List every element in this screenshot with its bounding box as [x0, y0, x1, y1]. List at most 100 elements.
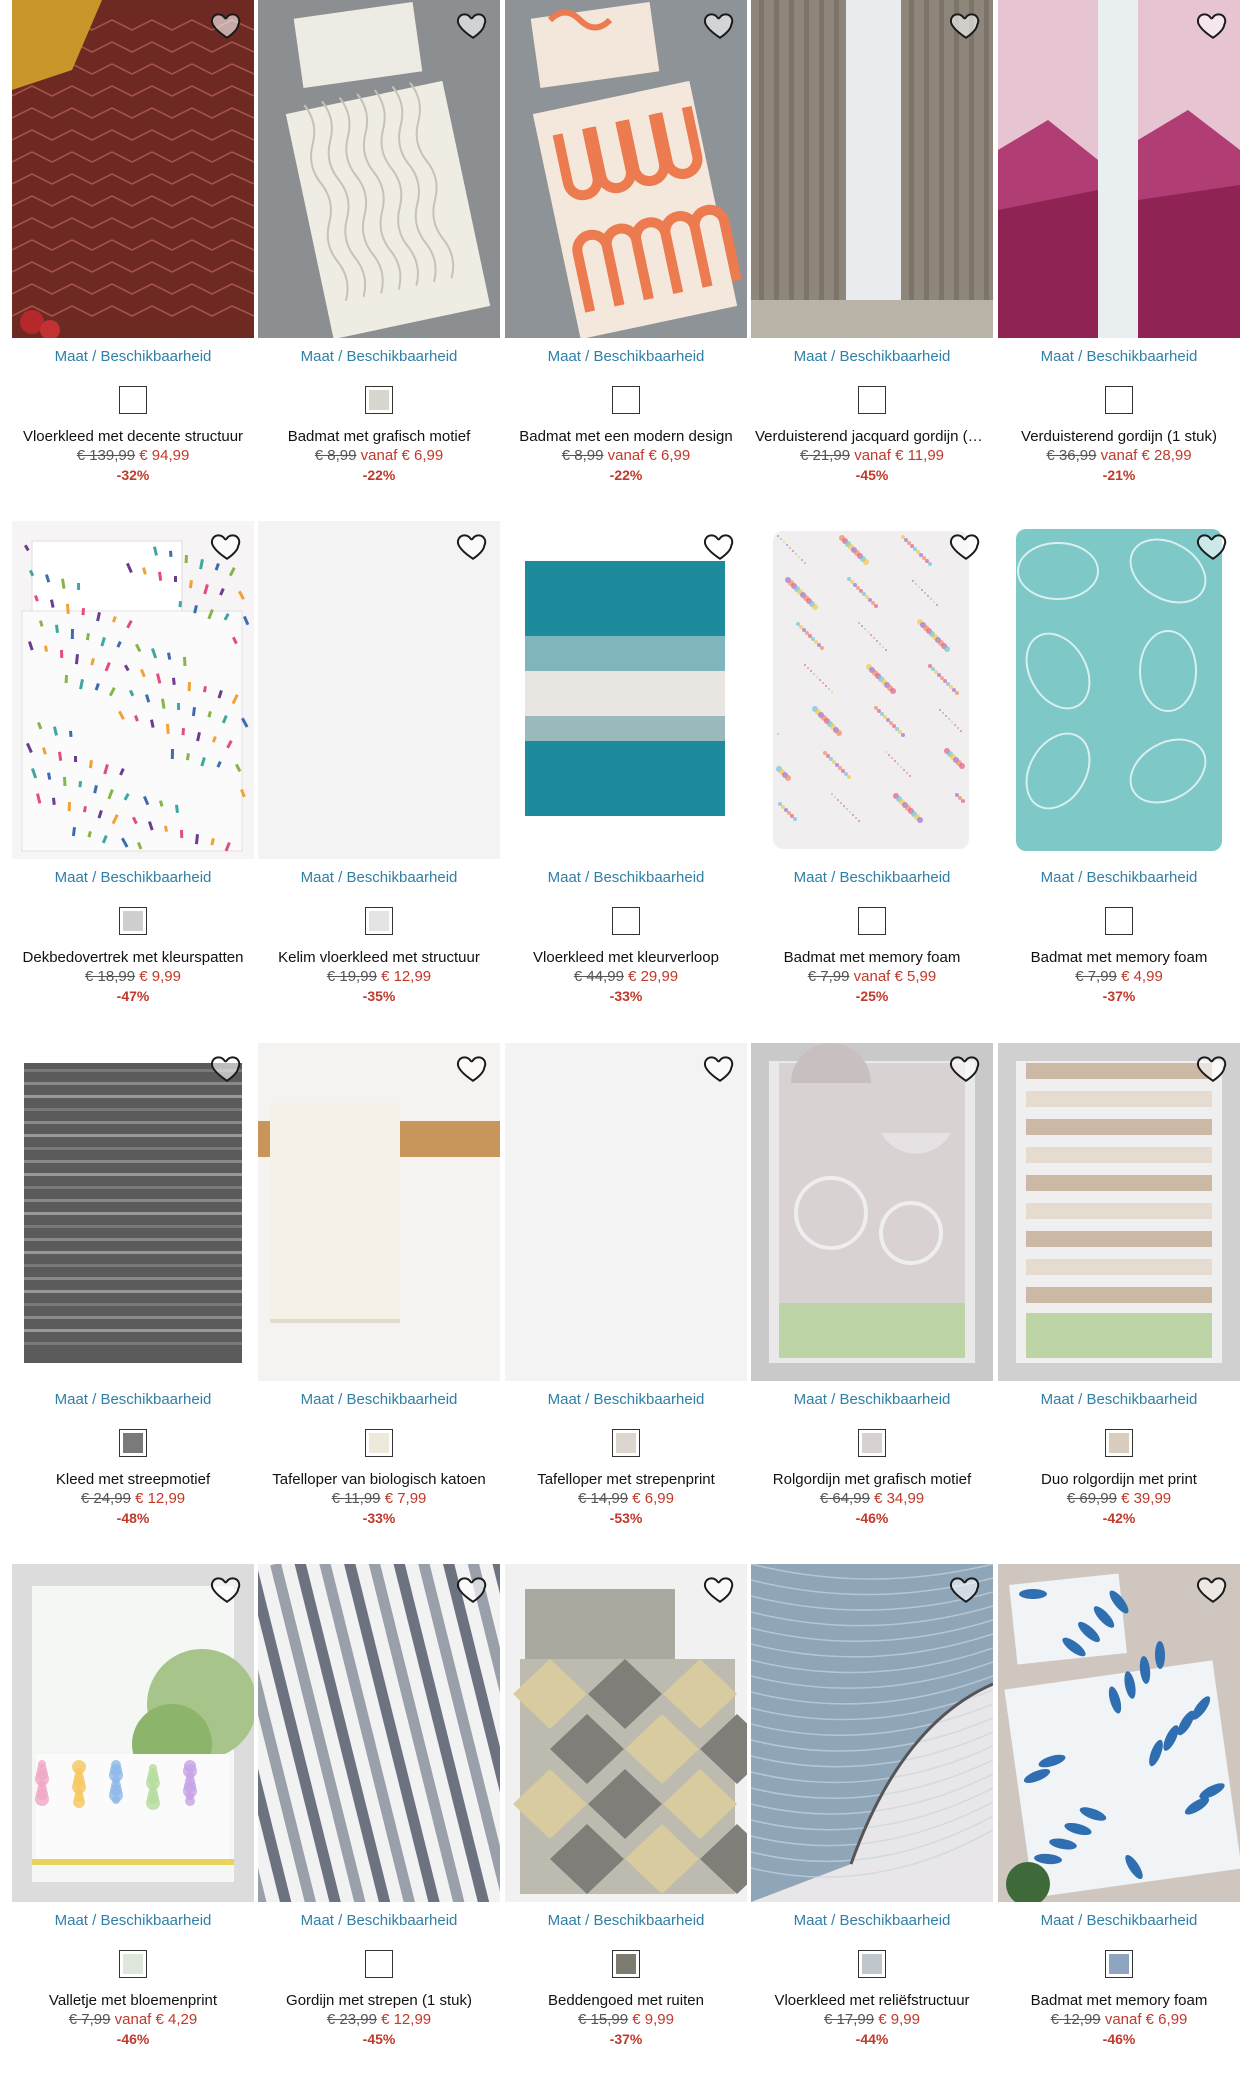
product-image[interactable]: [12, 1564, 254, 1902]
product-image[interactable]: [505, 1043, 747, 1381]
color-swatch[interactable]: [119, 386, 147, 414]
color-swatch[interactable]: [1105, 907, 1133, 935]
product-title[interactable]: Vloerkleed met kleurverloop: [505, 949, 747, 967]
product-card[interactable]: Maat / Beschikbaarheid Dekbedovertrek me…: [12, 521, 254, 1005]
heart-icon[interactable]: [210, 1051, 244, 1085]
product-title[interactable]: Kleed met streepmotief: [12, 1471, 254, 1489]
color-swatch[interactable]: [1105, 1429, 1133, 1457]
size-availability-link[interactable]: Maat / Beschikbaarheid: [258, 869, 500, 887]
size-availability-link[interactable]: Maat / Beschikbaarheid: [505, 1391, 747, 1409]
product-card[interactable]: Maat / Beschikbaarheid Tafelloper van bi…: [258, 1043, 500, 1527]
size-availability-link[interactable]: Maat / Beschikbaarheid: [12, 1912, 254, 1930]
product-card[interactable]: Maat / Beschikbaarheid Badmat met memory…: [751, 521, 993, 1005]
product-title[interactable]: Badmat met grafisch motief: [258, 428, 500, 446]
product-title[interactable]: Verduisterend gordijn (1 stuk): [998, 428, 1240, 446]
product-title[interactable]: Valletje met bloemenprint: [12, 1992, 254, 2010]
product-image[interactable]: [258, 0, 500, 338]
product-image[interactable]: [998, 1564, 1240, 1902]
color-swatch[interactable]: [612, 1950, 640, 1978]
product-title[interactable]: Badmat met een modern design: [505, 428, 747, 446]
size-availability-link[interactable]: Maat / Beschikbaarheid: [258, 1391, 500, 1409]
color-swatch[interactable]: [365, 1950, 393, 1978]
color-swatch[interactable]: [365, 386, 393, 414]
size-availability-link[interactable]: Maat / Beschikbaarheid: [12, 1391, 254, 1409]
heart-icon[interactable]: [210, 1572, 244, 1606]
size-availability-link[interactable]: Maat / Beschikbaarheid: [998, 869, 1240, 887]
product-card[interactable]: Maat / Beschikbaarheid Tafelloper met st…: [505, 1043, 747, 1527]
size-availability-link[interactable]: Maat / Beschikbaarheid: [998, 348, 1240, 366]
heart-icon[interactable]: [1196, 1051, 1230, 1085]
product-image[interactable]: [751, 1564, 993, 1902]
product-title[interactable]: Tafelloper met strepenprint: [505, 1471, 747, 1489]
product-title[interactable]: Vloerkleed met decente structuur: [12, 428, 254, 446]
product-image[interactable]: [258, 521, 500, 859]
color-swatch[interactable]: [858, 386, 886, 414]
product-image[interactable]: [998, 0, 1240, 338]
color-swatch[interactable]: [1105, 386, 1133, 414]
product-card[interactable]: Maat / Beschikbaarheid Kleed met streepm…: [12, 1043, 254, 1527]
product-card[interactable]: Maat / Beschikbaarheid Vloerkleed met de…: [12, 0, 254, 484]
size-availability-link[interactable]: Maat / Beschikbaarheid: [258, 1912, 500, 1930]
product-title[interactable]: Gordijn met strepen (1 stuk): [258, 1992, 500, 2010]
product-card[interactable]: Maat / Beschikbaarheid Beddengoed met ru…: [505, 1564, 747, 2048]
product-title[interactable]: Kelim vloerkleed met structuur: [258, 949, 500, 967]
size-availability-link[interactable]: Maat / Beschikbaarheid: [505, 1912, 747, 1930]
heart-icon[interactable]: [210, 8, 244, 42]
product-image[interactable]: [505, 0, 747, 338]
product-image[interactable]: [258, 1564, 500, 1902]
product-image[interactable]: [12, 0, 254, 338]
color-swatch[interactable]: [365, 1429, 393, 1457]
product-image[interactable]: [751, 1043, 993, 1381]
color-swatch[interactable]: [858, 907, 886, 935]
heart-icon[interactable]: [949, 8, 983, 42]
product-card[interactable]: Maat / Beschikbaarheid Verduisterend gor…: [998, 0, 1240, 484]
product-image[interactable]: [12, 521, 254, 859]
product-title[interactable]: Badmat met memory foam: [998, 1992, 1240, 2010]
product-image[interactable]: [505, 1564, 747, 1902]
heart-icon[interactable]: [1196, 1572, 1230, 1606]
product-title[interactable]: Dekbedovertrek met kleurspatten: [12, 949, 254, 967]
product-card[interactable]: Maat / Beschikbaarheid Gordijn met strep…: [258, 1564, 500, 2048]
product-image[interactable]: [998, 1043, 1240, 1381]
product-title[interactable]: Beddengoed met ruiten: [505, 1992, 747, 2010]
size-availability-link[interactable]: Maat / Beschikbaarheid: [751, 348, 993, 366]
color-swatch[interactable]: [858, 1950, 886, 1978]
product-title[interactable]: Tafelloper van biologisch katoen: [258, 1471, 500, 1489]
color-swatch[interactable]: [119, 907, 147, 935]
product-card[interactable]: Maat / Beschikbaarheid Badmat met memory…: [998, 521, 1240, 1005]
product-image[interactable]: [998, 521, 1240, 859]
product-card[interactable]: Maat / Beschikbaarheid Badmat met grafis…: [258, 0, 500, 484]
heart-icon[interactable]: [456, 1572, 490, 1606]
product-card[interactable]: Maat / Beschikbaarheid Rolgordijn met gr…: [751, 1043, 993, 1527]
product-title[interactable]: Badmat met memory foam: [998, 949, 1240, 967]
heart-icon[interactable]: [949, 1051, 983, 1085]
product-title[interactable]: Rolgordijn met grafisch motief: [751, 1471, 993, 1489]
size-availability-link[interactable]: Maat / Beschikbaarheid: [751, 869, 993, 887]
product-card[interactable]: Maat / Beschikbaarheid Verduisterend jac…: [751, 0, 993, 484]
color-swatch[interactable]: [612, 386, 640, 414]
heart-icon[interactable]: [1196, 8, 1230, 42]
product-card[interactable]: Maat / Beschikbaarheid Vloerkleed met re…: [751, 1564, 993, 2048]
heart-icon[interactable]: [703, 529, 737, 563]
heart-icon[interactable]: [703, 1051, 737, 1085]
heart-icon[interactable]: [949, 1572, 983, 1606]
size-availability-link[interactable]: Maat / Beschikbaarheid: [998, 1912, 1240, 1930]
size-availability-link[interactable]: Maat / Beschikbaarheid: [258, 348, 500, 366]
heart-icon[interactable]: [703, 8, 737, 42]
heart-icon[interactable]: [210, 529, 244, 563]
size-availability-link[interactable]: Maat / Beschikbaarheid: [12, 869, 254, 887]
size-availability-link[interactable]: Maat / Beschikbaarheid: [998, 1391, 1240, 1409]
heart-icon[interactable]: [703, 1572, 737, 1606]
heart-icon[interactable]: [456, 529, 490, 563]
product-title[interactable]: Badmat met memory foam: [751, 949, 993, 967]
heart-icon[interactable]: [1196, 529, 1230, 563]
color-swatch[interactable]: [612, 907, 640, 935]
color-swatch[interactable]: [612, 1429, 640, 1457]
product-image[interactable]: [751, 0, 993, 338]
product-title[interactable]: Verduisterend jacquard gordijn (1 s...: [751, 428, 993, 446]
size-availability-link[interactable]: Maat / Beschikbaarheid: [505, 869, 747, 887]
color-swatch[interactable]: [1105, 1950, 1133, 1978]
size-availability-link[interactable]: Maat / Beschikbaarheid: [12, 348, 254, 366]
product-title[interactable]: Vloerkleed met reliëfstructuur: [751, 1992, 993, 2010]
color-swatch[interactable]: [365, 907, 393, 935]
